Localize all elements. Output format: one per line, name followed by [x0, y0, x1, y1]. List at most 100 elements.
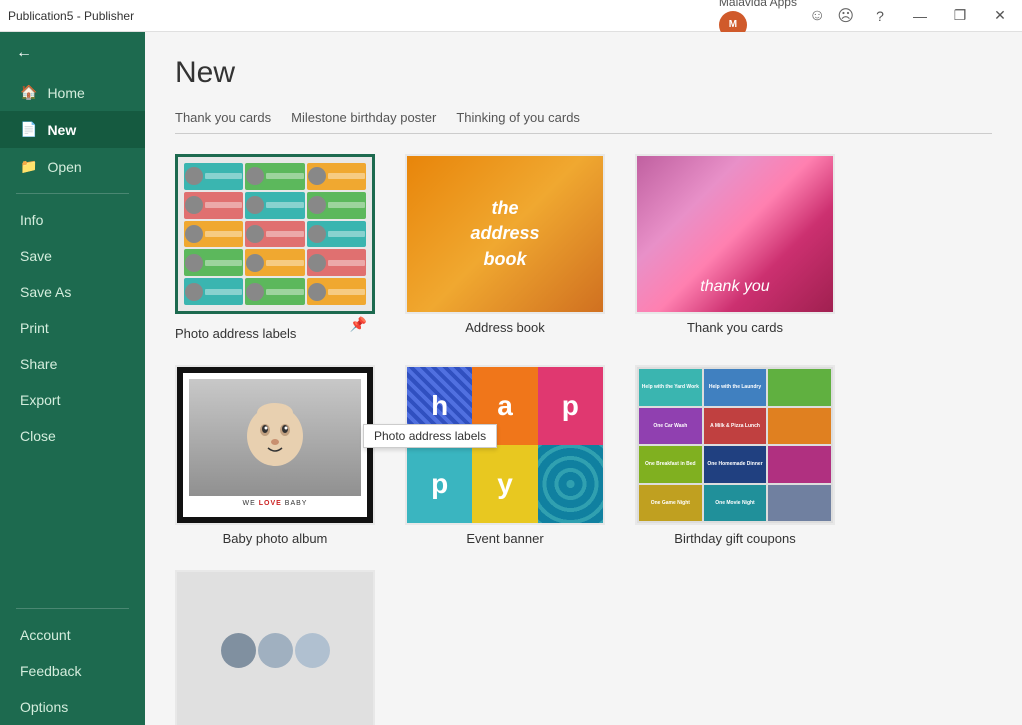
- template-label-event: Event banner: [466, 531, 543, 546]
- template-photo-strip[interactable]: [175, 570, 375, 725]
- home-icon: 🏠: [20, 84, 37, 101]
- sidebar-label-save: Save: [20, 248, 52, 264]
- new-icon: 📄: [20, 121, 37, 138]
- help-button[interactable]: ?: [866, 2, 894, 30]
- sidebar-item-home[interactable]: 🏠 Home: [0, 74, 145, 111]
- coupon-9: [768, 446, 831, 483]
- sidebar-label-open: Open: [47, 159, 81, 175]
- sidebar-label-new: New: [47, 122, 76, 138]
- sidebar-label-feedback: Feedback: [20, 663, 81, 679]
- sidebar-item-new[interactable]: 📄 New: [0, 111, 145, 148]
- tooltip-photo-labels: Photo address labels: [363, 424, 497, 448]
- coupon-1: Help with the Yard Work: [639, 369, 702, 406]
- photo-circle-2: [258, 633, 293, 668]
- template-label-photo-labels: Photo address labels: [175, 326, 375, 341]
- sidebar-label-close: Close: [20, 428, 56, 444]
- coupon-6: [768, 408, 831, 445]
- minimize-button[interactable]: —: [906, 2, 934, 30]
- category-thankyou[interactable]: Thank you cards: [175, 110, 271, 129]
- main-layout: ← 🏠 Home 📄 New 📁 Open Info Save Save As …: [0, 32, 1022, 725]
- photo-labels-preview: [178, 157, 372, 311]
- category-thinking[interactable]: Thinking of you cards: [456, 110, 580, 129]
- sidebar-label-info: Info: [20, 212, 43, 228]
- template-label-coupons: Birthday gift coupons: [674, 531, 795, 546]
- app-title: Publication5 - Publisher: [8, 9, 134, 23]
- coupon-2: Help with the Laundry: [704, 369, 767, 406]
- template-event-banner[interactable]: h a p p y Event banner: [405, 365, 605, 546]
- sidebar-item-print[interactable]: Print: [0, 310, 145, 346]
- title-bar-left: Publication5 - Publisher: [8, 9, 134, 23]
- frown-icon[interactable]: ☹: [837, 6, 854, 26]
- page-title: New: [175, 56, 992, 90]
- banner-p2: p: [407, 445, 472, 523]
- smile-icon[interactable]: ☺: [809, 7, 825, 25]
- banner-y: y: [472, 445, 537, 523]
- gift-coupons-preview: Help with the Yard Work Help with the La…: [637, 367, 833, 523]
- sidebar-label-account: Account: [20, 627, 71, 643]
- coupon-5: A Milk & Pizza Lunch: [704, 408, 767, 445]
- sidebar-item-feedback[interactable]: Feedback: [0, 653, 145, 689]
- coupon-8: One Homemade Dinner: [704, 446, 767, 483]
- open-icon: 📁: [20, 158, 37, 175]
- template-label-thankyou: Thank you cards: [687, 320, 783, 335]
- sidebar-divider-2: [16, 608, 129, 609]
- coupon-12: [768, 485, 831, 522]
- template-gift-coupons[interactable]: Help with the Yard Work Help with the La…: [635, 365, 835, 546]
- sidebar-label-options: Options: [20, 699, 68, 715]
- sidebar-item-export[interactable]: Export: [0, 382, 145, 418]
- maximize-button[interactable]: ❐: [946, 2, 974, 30]
- back-icon: ←: [16, 44, 32, 62]
- sidebar-item-info[interactable]: Info: [0, 202, 145, 238]
- sidebar-label-share: Share: [20, 356, 57, 372]
- sidebar-item-save[interactable]: Save: [0, 238, 145, 274]
- template-thumb-photo-labels: [175, 154, 375, 314]
- sidebar-item-account[interactable]: Account: [0, 617, 145, 653]
- coupon-11: One Movie Night: [704, 485, 767, 522]
- banner-p1: p: [538, 367, 603, 445]
- template-thumb-address-book: theaddressbook: [405, 154, 605, 314]
- template-label-baby: Baby photo album: [223, 531, 328, 546]
- template-thankyou-floral[interactable]: thank you Thank you cards: [635, 154, 835, 341]
- sidebar-item-options[interactable]: Options: [0, 689, 145, 725]
- template-thumb-baby: WE LOVE BABY: [175, 365, 375, 525]
- baby-face-svg: [240, 398, 310, 478]
- template-address-book[interactable]: theaddressbook Address book: [405, 154, 605, 341]
- sidebar-label-save-as: Save As: [20, 284, 71, 300]
- sidebar-item-close[interactable]: Close: [0, 418, 145, 454]
- sidebar-label-home: Home: [47, 85, 84, 101]
- coupon-3: [768, 369, 831, 406]
- category-birthday[interactable]: Milestone birthday poster: [291, 110, 436, 129]
- coupon-4: One Car Wash: [639, 408, 702, 445]
- photo-strip-preview: [177, 570, 373, 725]
- sidebar-label-print: Print: [20, 320, 49, 336]
- photo-strip-circles: [221, 633, 330, 668]
- thankyou-floral-preview: thank you: [637, 156, 833, 312]
- banner-empty: [538, 445, 603, 523]
- photo-circle-1: [221, 633, 256, 668]
- photo-circle-3: [295, 633, 330, 668]
- close-button[interactable]: ✕: [986, 2, 1014, 30]
- template-baby-album[interactable]: WE LOVE BABY Baby photo album: [175, 365, 375, 546]
- sidebar-item-save-as[interactable]: Save As: [0, 274, 145, 310]
- sidebar-divider-1: [16, 193, 129, 194]
- template-thumb-strip: [175, 570, 375, 725]
- sidebar-item-open[interactable]: 📁 Open: [0, 148, 145, 185]
- pin-icon[interactable]: 📌: [350, 316, 367, 333]
- back-button[interactable]: ←: [0, 32, 145, 74]
- malavida-label: Malavida Apps: [719, 0, 797, 9]
- coupon-7: One Breakfast in Bed: [639, 446, 702, 483]
- sidebar-bottom: Account Feedback Options: [0, 600, 145, 725]
- templates-grid: Photo address labels 📌 Photo address lab…: [175, 154, 992, 725]
- category-bar: Thank you cards Milestone birthday poste…: [175, 110, 992, 134]
- sidebar: ← 🏠 Home 📄 New 📁 Open Info Save Save As …: [0, 32, 145, 725]
- template-thumb-coupons: Help with the Yard Work Help with the La…: [635, 365, 835, 525]
- content-area: New Thank you cards Milestone birthday p…: [145, 32, 1022, 725]
- template-label-address-book: Address book: [465, 320, 545, 335]
- sidebar-label-export: Export: [20, 392, 60, 408]
- coupon-10: One Game Night: [639, 485, 702, 522]
- title-bar: Publication5 - Publisher Malavida Apps M…: [0, 0, 1022, 32]
- address-book-preview: theaddressbook: [407, 156, 603, 312]
- template-thumb-thankyou: thank you: [635, 154, 835, 314]
- template-photo-address-labels[interactable]: Photo address labels 📌: [175, 154, 375, 341]
- sidebar-item-share[interactable]: Share: [0, 346, 145, 382]
